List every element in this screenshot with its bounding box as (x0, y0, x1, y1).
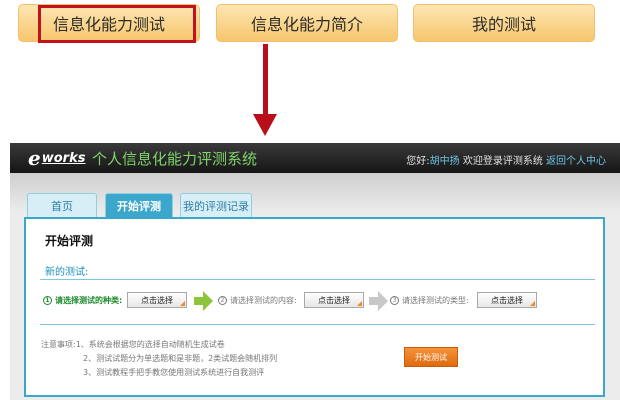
logo-works: works (41, 150, 86, 166)
step-2-label: 2 请选择测试的内容: (218, 295, 297, 306)
top-tab-it-ability-intro[interactable]: 信息化能力简介 (216, 4, 398, 42)
tab-home[interactable]: 首页 (27, 193, 97, 217)
select-category-button[interactable]: 点击选择 (127, 292, 187, 308)
greeting: 您好: (406, 156, 430, 167)
notes-list: 注意事项:1、系统会根据您的选择自动随机生成试卷 2、测试试题分为单选题和是非题… (41, 338, 277, 380)
select-button-label: 点击选择 (141, 295, 173, 305)
tab-start-evaluation[interactable]: 开始评测 (105, 193, 173, 217)
top-tab-my-tests[interactable]: 我的测试 (413, 4, 595, 42)
select-type-button[interactable]: 点击选择 (477, 292, 537, 308)
step-number-icon: 2 (218, 296, 227, 305)
divider (40, 324, 595, 325)
welcome-text: 欢迎登录评测系统 (459, 156, 546, 167)
step-text: 请选择测试的种类: (55, 296, 123, 305)
evaluation-panel: 开始评测 新的测试: 1 请选择测试的种类: 点击选择 2 请选择测试的内容: … (24, 217, 605, 397)
user-name-link[interactable]: 胡中扬 (430, 156, 460, 167)
step-text: 请选择测试的内容: (230, 296, 297, 305)
new-test-label: 新的测试: (45, 267, 89, 278)
top-tab-label: 我的测试 (471, 15, 536, 34)
divider (40, 279, 595, 280)
back-to-personal-center-link[interactable]: 返回个人中心 (546, 156, 606, 167)
start-test-button[interactable]: 开始测试 (404, 347, 458, 367)
tab-my-records[interactable]: 我的评测记录 (180, 193, 252, 217)
panel-title: 开始评测 (45, 234, 94, 248)
app-title: 个人信息化能力评测系统 (92, 150, 258, 168)
top-tab-label: 信息化能力简介 (250, 15, 363, 34)
step-1-label: 1 请选择测试的种类: (43, 295, 122, 306)
start-button-label: 开始测试 (415, 352, 447, 362)
tab-label: 首页 (51, 199, 73, 213)
select-content-button[interactable]: 点击选择 (304, 292, 364, 308)
logo-e: e (28, 146, 41, 170)
app-window: e works 个人信息化能力评测系统 您好:胡中扬 欢迎登录评测系统 返回个人… (10, 143, 620, 400)
highlight-annotation-box (38, 5, 196, 43)
note-item: 3、测试教程手把手教您使用测试系统进行自我测评 (83, 368, 265, 377)
tab-label: 我的评测记录 (183, 199, 249, 213)
note-item: 2、测试试题分为单选题和是非题，2类试题会随机排列 (83, 354, 278, 363)
annotation-arrow-shaft (263, 44, 268, 116)
step-number-icon: 1 (43, 296, 52, 305)
select-button-label: 点击选择 (491, 295, 523, 305)
user-area: 您好:胡中扬 欢迎登录评测系统 返回个人中心 (406, 152, 606, 167)
eworks-logo: e works (28, 146, 86, 170)
app-header: e works 个人信息化能力评测系统 您好:胡中扬 欢迎登录评测系统 返回个人… (10, 143, 620, 173)
step-text: 请选择测试的类型: (402, 296, 469, 305)
note-item: 注意事项:1、系统会根据您的选择自动随机生成试卷 (41, 340, 225, 349)
step-3-label: 3 请选择测试的类型: (390, 295, 469, 306)
screenshot-stage: 信息化能力测试 信息化能力简介 我的测试 e works 个人信息化能力评测系统… (0, 0, 620, 400)
select-button-label: 点击选择 (318, 295, 350, 305)
annotation-arrow-icon (253, 114, 277, 136)
tab-label: 开始评测 (117, 199, 161, 213)
step-number-icon: 3 (390, 296, 399, 305)
